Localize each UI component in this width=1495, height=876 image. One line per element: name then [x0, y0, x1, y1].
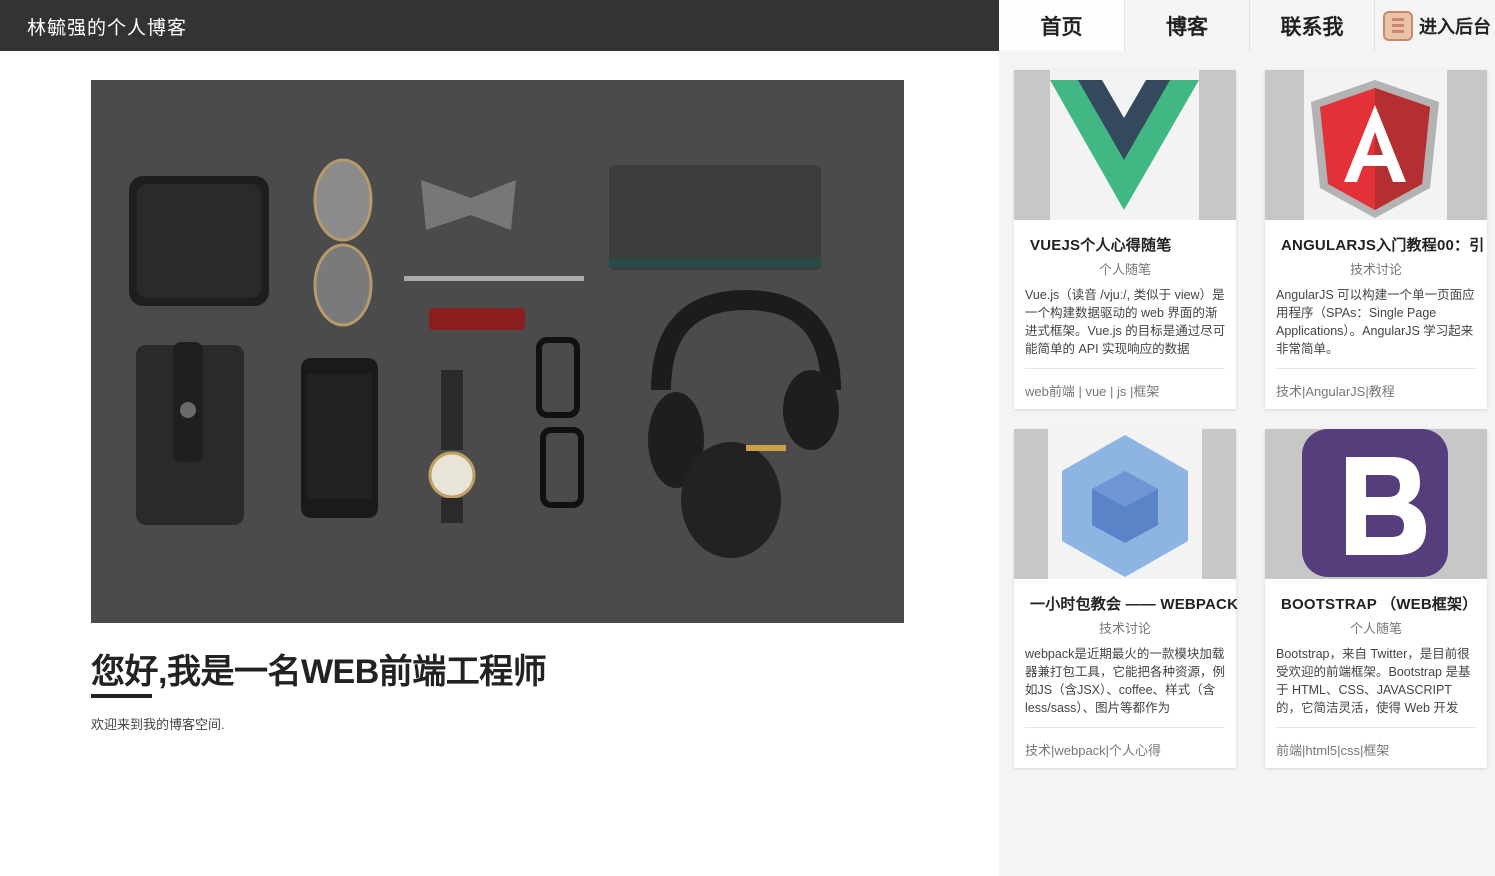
- card-category: 个人随笔: [1349, 621, 1402, 636]
- hero-title: 您好,我是一名WEB前端工程师: [91, 653, 547, 691]
- post-card-vue[interactable]: VUEJS个人心得随笔 个人随笔 Vue.js（读音 /vjuː/, 类似于 v…: [1014, 70, 1236, 409]
- card-thumbnail: [1014, 429, 1236, 579]
- card-thumbnail: [1265, 429, 1487, 579]
- card-description: Bootstrap，来自 Twitter，是目前很受欢迎的前端框架。Bootst…: [1276, 647, 1471, 715]
- card-category: 个人随笔: [1098, 262, 1151, 277]
- card-divider: [1025, 727, 1225, 728]
- card-category: 技术讨论: [1349, 262, 1402, 277]
- webpack-logo-icon: [1062, 435, 1188, 577]
- card-divider: [1276, 727, 1476, 728]
- vue-logo-icon: [1050, 80, 1199, 210]
- card-title[interactable]: BOOTSTRAP （WEB框架）: [1281, 593, 1477, 614]
- card-title[interactable]: ANGULARJS入门教程00：引: [1281, 234, 1484, 255]
- admin-panel-icon: [1383, 10, 1413, 41]
- card-category: 技术讨论: [1098, 621, 1151, 636]
- nav-admin[interactable]: 进入后台: [1375, 0, 1495, 51]
- hero-divider: [91, 694, 152, 698]
- card-tags: 前端|html5|css|框架: [1276, 743, 1390, 758]
- card-title[interactable]: VUEJS个人心得随笔: [1030, 234, 1171, 255]
- card-thumbnail: [1265, 70, 1487, 220]
- card-thumbnail: [1014, 70, 1236, 220]
- hero-image: [91, 80, 904, 623]
- nav-admin-label: 进入后台: [1419, 16, 1491, 37]
- card-divider: [1276, 368, 1476, 369]
- hero-subtitle: 欢迎来到我的博客空间.: [91, 717, 225, 732]
- site-title[interactable]: 林毓强的个人博客: [27, 13, 187, 40]
- angular-logo-icon: [1311, 80, 1439, 218]
- post-card-angular[interactable]: ANGULARJS入门教程00：引 技术讨论 AngularJS 可以构建一个单…: [1265, 70, 1487, 409]
- nav-contact[interactable]: 联系我: [1250, 0, 1375, 51]
- bootstrap-logo-icon: [1302, 429, 1448, 577]
- card-tags: 技术|AngularJS|教程: [1276, 384, 1395, 399]
- post-card-webpack[interactable]: 一小时包教会 —— WEBPACK 技术讨论 webpack是近期最火的一款模块…: [1014, 429, 1238, 768]
- card-description: Vue.js（读音 /vjuː/, 类似于 view）是一个构建数据驱动的 we…: [1025, 288, 1226, 356]
- nav-home[interactable]: 首页: [999, 0, 1125, 51]
- card-title[interactable]: 一小时包教会 —— WEBPACK: [1030, 593, 1238, 614]
- card-tags: web前端 | vue | js |框架: [1025, 384, 1160, 399]
- post-card-bootstrap[interactable]: BOOTSTRAP （WEB框架） 个人随笔 Bootstrap，来自 Twit…: [1265, 429, 1487, 768]
- card-description: AngularJS 可以构建一个单一页面应用程序（SPAs：Single Pag…: [1276, 288, 1475, 356]
- card-tags: 技术|webpack|个人心得: [1025, 743, 1162, 758]
- card-divider: [1025, 368, 1225, 369]
- nav-blog[interactable]: 博客: [1125, 0, 1250, 51]
- main-nav: 首页 博客 联系我 进入后台: [999, 0, 1495, 51]
- top-header-bar: 林毓强的个人博客: [0, 0, 999, 51]
- card-description: webpack是近期最火的一款模块加载器兼打包工具，它能把各种资源，例如JS（含…: [1025, 647, 1226, 715]
